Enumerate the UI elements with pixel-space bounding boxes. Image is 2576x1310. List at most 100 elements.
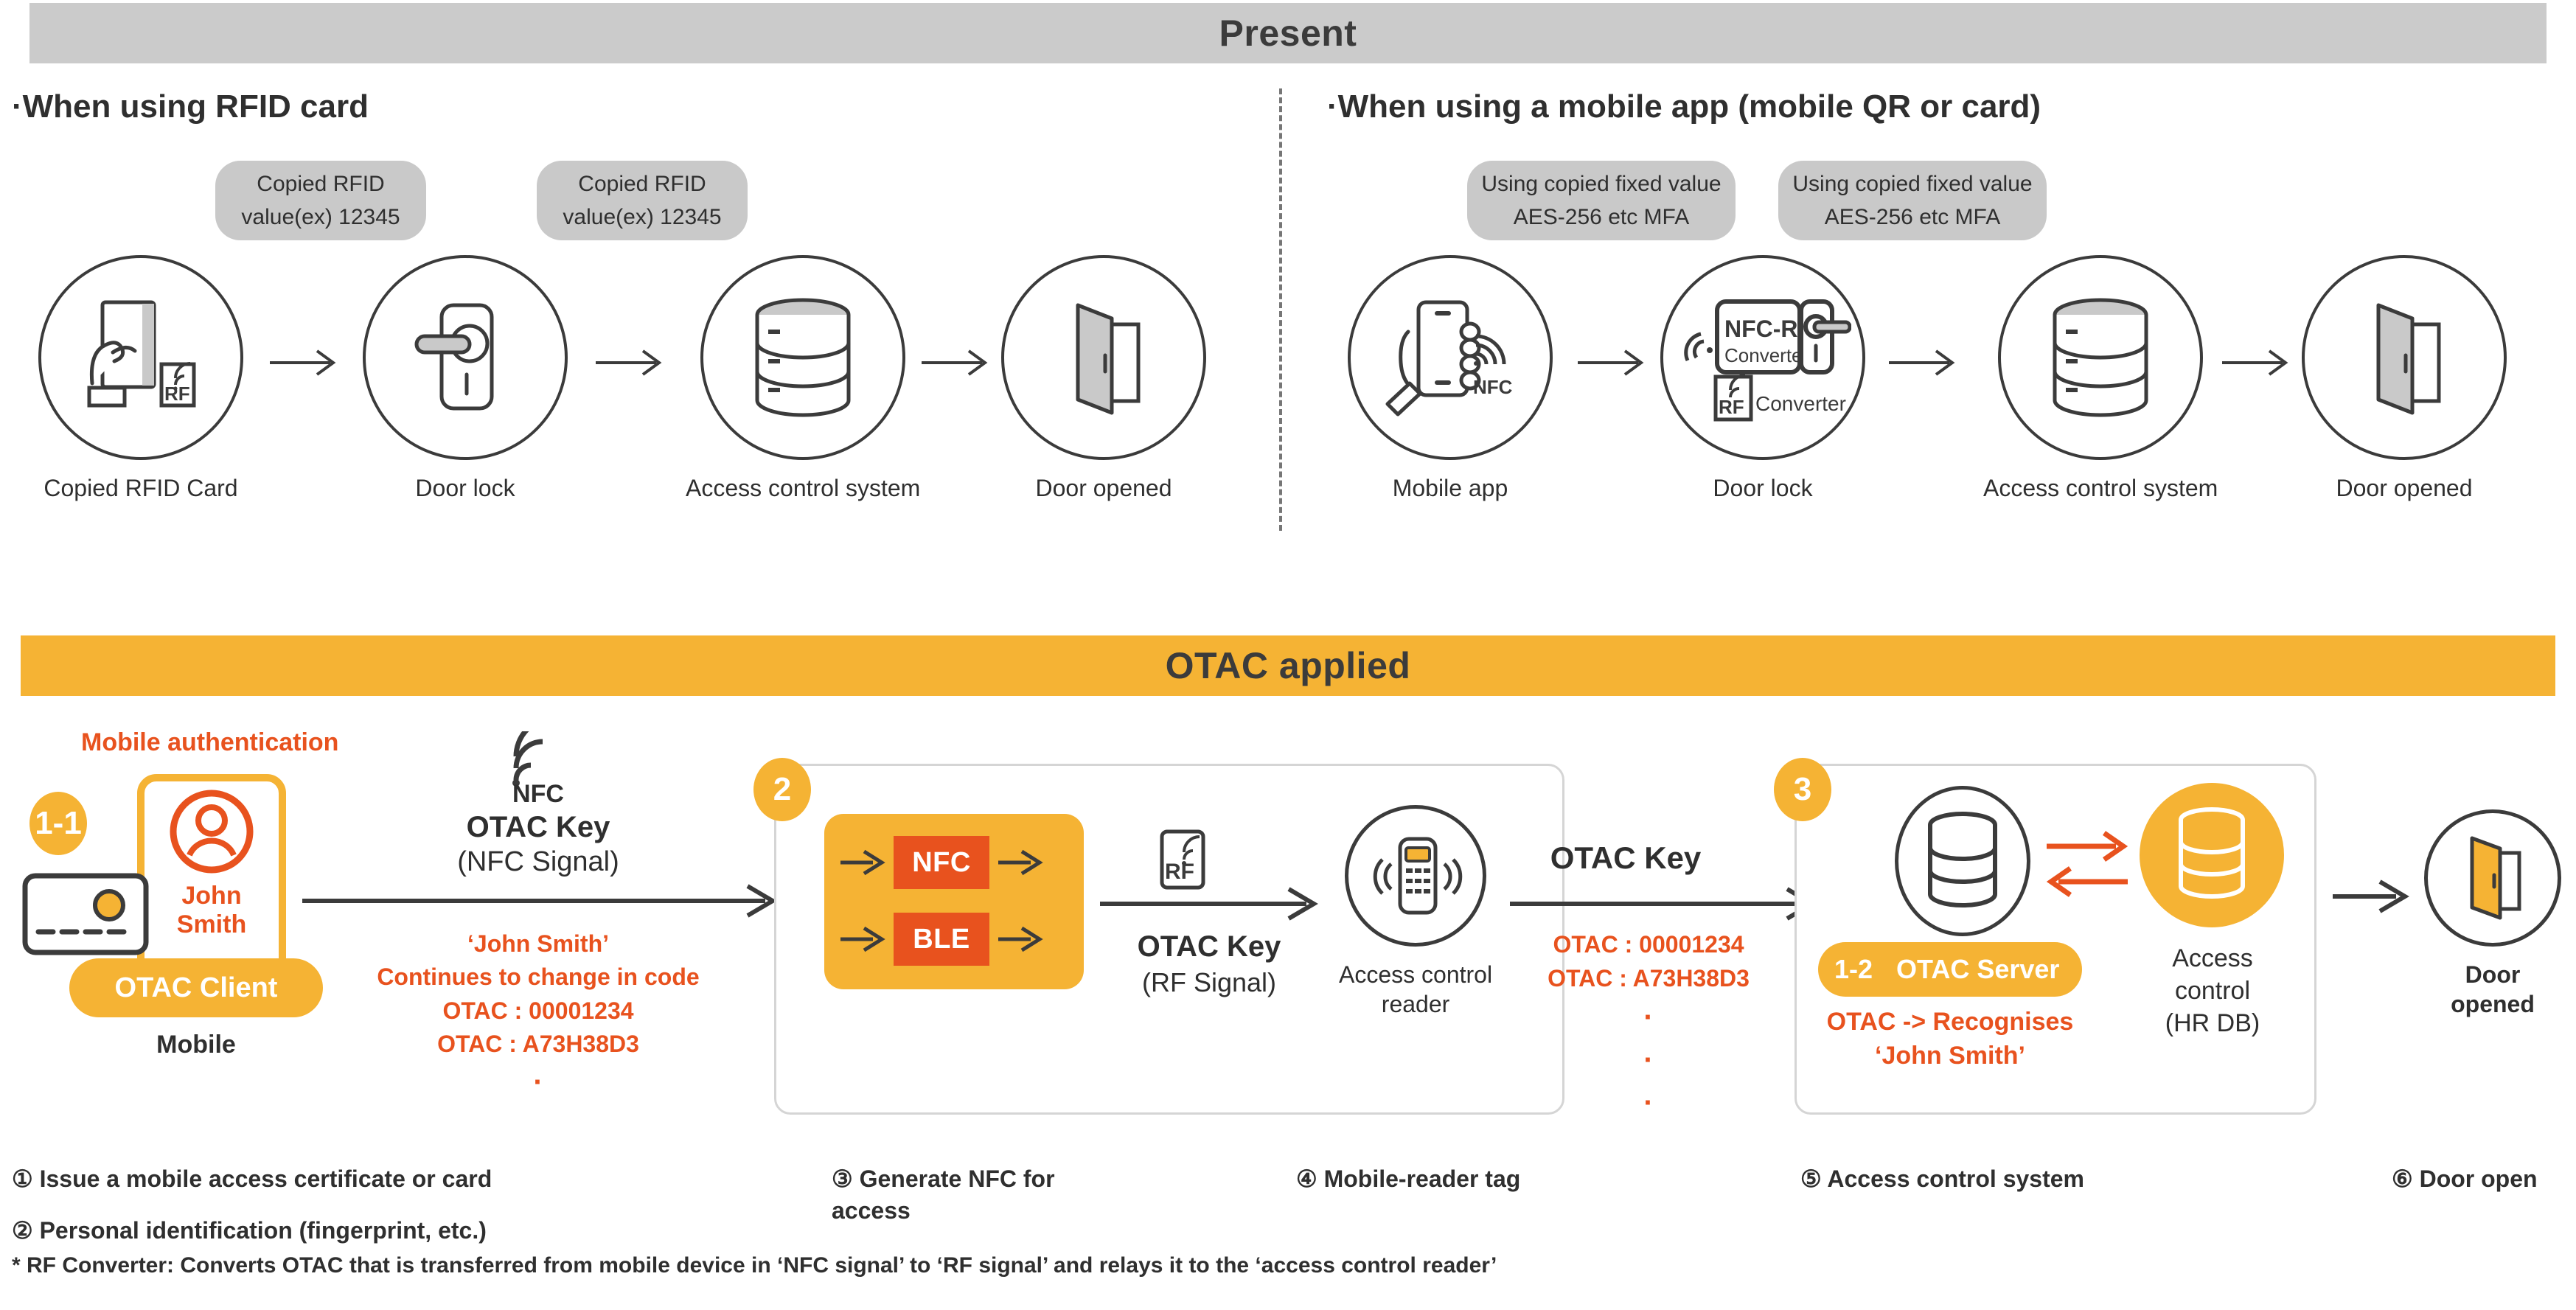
step-badge-3: 3 — [1774, 758, 1831, 821]
flow3-notes: OTAC : 00001234 OTAC : A73H38D3 · · · — [1508, 927, 1789, 1124]
caption-2: ② Personal identification (fingerprint, … — [12, 1217, 487, 1244]
callout-line-2: value(ex) 12345 — [563, 205, 722, 229]
arrow-flow-3 — [1510, 887, 1817, 921]
open-door-icon — [2302, 255, 2507, 460]
node-label: Access control system — [686, 475, 921, 501]
arrow-flow-1 — [302, 884, 777, 918]
node-label: Access control reader — [1339, 961, 1493, 1017]
otac-recognises-note: OTAC -> Recognises ‘John Smith’ — [1789, 1006, 2112, 1073]
otac-key-title-rf: OTAC Key — [1137, 930, 1281, 963]
hand-holding-rfid-card-icon: RF — [38, 255, 243, 460]
rf-badge-icon: RF — [1160, 829, 1205, 890]
hand-holding-phone-nfc-icon: NFC — [1348, 255, 1553, 460]
arrow-right-1 — [270, 349, 336, 376]
arrow-flow-2 — [1100, 887, 1318, 921]
door-handle-lock-icon — [363, 255, 568, 460]
caption-6: ⑥ Door open — [2392, 1166, 2538, 1192]
arrow-flow-4 — [2333, 879, 2409, 913]
flow3-note-4: · — [1643, 1086, 1654, 1119]
node-label: Door opened — [1035, 475, 1172, 501]
svg-text:RF: RF — [1165, 860, 1194, 884]
access-control-hrdb-label: Access control (HR DB) — [2165, 944, 2260, 1038]
node-label: Access control system — [1983, 475, 2218, 501]
otac-client-pill: OTAC Client — [69, 958, 323, 1017]
node-mobile-app: NFC Mobile app — [1348, 255, 1553, 503]
callout-fixed-value-2: Using copied fixed value AES-256 etc MFA — [1778, 161, 2047, 240]
otac-key-title-nfc: OTAC Key — [466, 811, 610, 843]
access-control-hrdb-icon — [2140, 783, 2284, 927]
callout-copied-rfid-1: Copied RFID value(ex) 12345 — [215, 161, 426, 240]
step-badge-1-2: 1-2 — [1834, 954, 1873, 984]
rfid-subheading: ·When using RFID card — [12, 88, 369, 125]
node-label: Door opened — [2336, 475, 2473, 501]
otac-server-label: OTAC Server — [1896, 954, 2060, 984]
callout-line-1: Copied RFID — [257, 172, 385, 196]
step-badge-2: 2 — [753, 758, 811, 821]
svg-text:Converter: Converter — [1724, 344, 1809, 366]
recognises-line-2: ‘John Smith’ — [1875, 1041, 2025, 1070]
bidirectional-exchange-arrows-icon — [2046, 831, 2128, 897]
flow1-note-2: OTAC : 00001234 — [442, 997, 634, 1024]
node-label: Door lock — [1713, 475, 1813, 501]
caption-1: ① Issue a mobile access certificate or c… — [12, 1166, 492, 1192]
otac-client-person: John Smith — [145, 787, 279, 939]
otac-key-subtitle-nfc: (NFC Signal) — [457, 846, 619, 877]
arrow-right-3 — [922, 349, 988, 376]
nfc-rf-converter-lock-icon: NFC-RF Converter RF Converter — [1660, 255, 1865, 460]
arrow-out-nfc — [998, 849, 1043, 876]
flow3-note-0: OTAC : 00001234 — [1553, 931, 1744, 958]
callout-fixed-value-1: Using copied fixed value AES-256 etc MFA — [1467, 161, 1736, 240]
node-copied-rfid-card: RF Copied RFID Card — [38, 255, 243, 503]
user-avatar-icon — [170, 790, 254, 874]
chip-nfc: NFC — [894, 836, 989, 889]
database-cylinder-icon — [700, 255, 906, 460]
flow3-note-3: · — [1643, 1043, 1654, 1076]
node-access-control-reader: Access control reader — [1339, 805, 1492, 1019]
svg-text:Converter: Converter — [1755, 392, 1846, 415]
node-door-opened-left: Door opened — [1001, 255, 1206, 503]
arrow-out-ble — [998, 926, 1043, 952]
node-door-opened-right: Door opened — [2302, 255, 2507, 503]
person-name-line1: John — [181, 882, 242, 910]
flow1-note-3: OTAC : A73H38D3 — [437, 1031, 639, 1058]
node-access-control-system-right: Access control system — [1983, 255, 2218, 503]
callout-line-2: AES-256 etc MFA — [1513, 205, 1690, 229]
callout-line-1: Using copied fixed value — [1481, 172, 1722, 196]
mobile-app-subheading: ·When using a mobile app (mobile QR or c… — [1327, 88, 2041, 125]
callout-line-1: Using copied fixed value — [1792, 172, 2033, 196]
node-label: Door lock — [415, 475, 515, 501]
node-label: Door opened — [2451, 961, 2535, 1017]
flow1-note-0: ‘John Smith’ — [467, 930, 609, 957]
caption-5: ⑤ Access control system — [1800, 1166, 2084, 1192]
open-door-icon — [2424, 809, 2561, 947]
otac-server-database-icon — [1895, 786, 2030, 936]
recognises-line-1: OTAC -> Recognises — [1826, 1008, 2074, 1036]
callout-line-1: Copied RFID — [578, 172, 706, 196]
footnote-rf-converter: * RF Converter: Converts OTAC that is tr… — [12, 1253, 1497, 1278]
svg-text:NFC: NFC — [1473, 376, 1513, 398]
arrow-into-ble — [840, 926, 885, 952]
otac-section-banner: OTAC applied — [21, 635, 2555, 696]
access-control-reader-icon — [1345, 805, 1487, 947]
flow1-note-4: · — [533, 1065, 543, 1098]
node-label: Copied RFID Card — [43, 475, 238, 501]
caption-3: ③ Generate NFC for access — [832, 1166, 1055, 1224]
otac-key-title-3: OTAC Key — [1550, 840, 1702, 875]
mobile-label: Mobile — [156, 1031, 236, 1059]
callout-line-2: AES-256 etc MFA — [1824, 205, 2001, 229]
arrow-right-6 — [2222, 349, 2288, 376]
present-banner-title: Present — [1219, 13, 1357, 54]
node-access-control-system-left: Access control system — [686, 255, 920, 503]
node-door-lock-right: NFC-RF Converter RF Converter Door lock — [1660, 255, 1865, 503]
step-badge-1-1: 1-1 — [29, 792, 87, 855]
callout-copied-rfid-2: Copied RFID value(ex) 12345 — [537, 161, 748, 240]
arrow-right-5 — [1889, 349, 1955, 376]
nfc-label: NFC — [512, 780, 564, 808]
arrow-right-2 — [596, 349, 662, 376]
otac-server-pill: 1-2 OTAC Server — [1818, 942, 2082, 997]
node-door-opened-otac: Door opened — [2424, 809, 2561, 1019]
arrow-right-4 — [1578, 349, 1644, 376]
flow1-note-1: Continues to change in code — [377, 964, 700, 991]
otac-banner-title: OTAC applied — [1165, 645, 1411, 686]
node-label: Mobile app — [1392, 475, 1508, 501]
